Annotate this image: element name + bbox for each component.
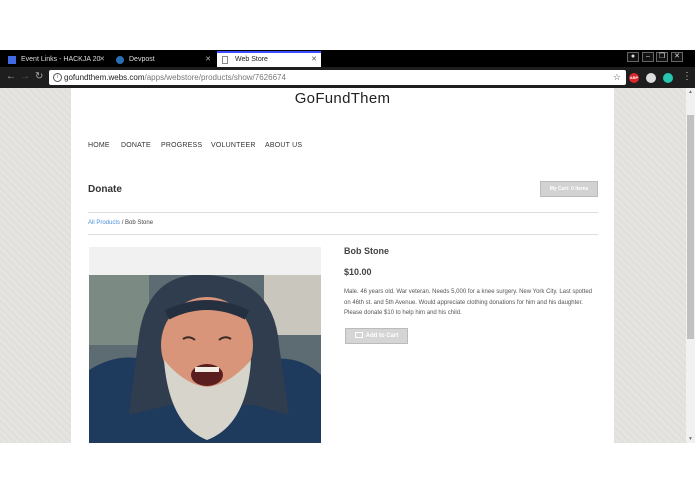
add-to-cart-label: Add to Cart bbox=[365, 333, 399, 339]
tab-title: Devpost bbox=[129, 56, 155, 63]
info-icon[interactable]: i bbox=[53, 73, 62, 82]
product-price: $10.00 bbox=[344, 267, 372, 277]
breadcrumb-current: Bob Stone bbox=[125, 220, 154, 226]
product-photo[interactable] bbox=[89, 275, 321, 443]
adblock-icon[interactable]: ABP bbox=[629, 73, 639, 83]
product-name: Bob Stone bbox=[344, 246, 389, 256]
tab-devpost[interactable]: Devpost ✕ bbox=[111, 53, 215, 67]
scroll-down-icon[interactable]: ▼ bbox=[688, 436, 693, 442]
browser-screen: Event Links - HACKJA 20 ✕ Devpost ✕ Web … bbox=[0, 50, 695, 443]
content-container: GoFundThem HOME DONATE PROGRESS VOLUNTEE… bbox=[71, 88, 614, 443]
close-icon[interactable]: ✕ bbox=[311, 53, 317, 67]
page-title: Donate bbox=[88, 184, 122, 195]
minimize-icon[interactable]: – bbox=[642, 52, 654, 62]
forward-icon[interactable]: → bbox=[20, 71, 30, 83]
devpost-icon bbox=[116, 56, 124, 64]
close-icon[interactable]: ✕ bbox=[205, 53, 211, 67]
site-title[interactable]: GoFundThem bbox=[71, 90, 614, 107]
back-icon[interactable]: ← bbox=[6, 71, 16, 83]
divider bbox=[88, 234, 598, 235]
cart-icon bbox=[354, 332, 363, 339]
tab-title: Web Store bbox=[235, 56, 268, 63]
drive-icon[interactable] bbox=[646, 73, 656, 83]
product-image-frame bbox=[89, 247, 321, 443]
browser-toolbar: ← → ↻ i gofundthem.webs.com/apps/webstor… bbox=[0, 67, 695, 88]
tab-event-links[interactable]: Event Links - HACKJA 20 ✕ bbox=[3, 53, 109, 67]
nav-volunteer[interactable]: VOLUNTEER bbox=[211, 142, 256, 149]
calendar-icon bbox=[8, 56, 16, 64]
address-path: /apps/webstore/products/show/7626674 bbox=[144, 73, 286, 82]
tab-title: Event Links - HACKJA 20 bbox=[21, 56, 101, 63]
cart-button[interactable]: My Cart: 0 items bbox=[540, 181, 598, 197]
profile-icon[interactable]: ● bbox=[627, 52, 639, 62]
scrollbar-thumb[interactable] bbox=[687, 115, 694, 339]
divider bbox=[88, 212, 598, 213]
add-to-cart-button[interactable]: Add to Cart bbox=[345, 328, 408, 344]
tab-web-store[interactable]: Web Store ✕ bbox=[217, 51, 321, 67]
tab-strip: Event Links - HACKJA 20 ✕ Devpost ✕ Web … bbox=[0, 50, 695, 67]
breadcrumb-separator: / bbox=[121, 220, 124, 226]
bookmark-star-icon[interactable]: ☆ bbox=[613, 70, 621, 85]
address-domain: gofundthem.webs.com bbox=[64, 73, 145, 82]
nav-donate[interactable]: DONATE bbox=[121, 142, 151, 149]
close-window-icon[interactable]: ✕ bbox=[671, 52, 683, 62]
page-scrollbar[interactable]: ▲ ▼ bbox=[686, 88, 695, 443]
nav-about-us[interactable]: ABOUT US bbox=[265, 142, 302, 149]
breadcrumb-all-products[interactable]: All Products bbox=[88, 220, 120, 226]
breadcrumb: All Products / Bob Stone bbox=[88, 220, 153, 226]
reload-icon[interactable]: ↻ bbox=[35, 71, 43, 83]
restore-icon[interactable]: ❐ bbox=[656, 52, 668, 62]
nav-progress[interactable]: PROGRESS bbox=[161, 142, 202, 149]
page-icon bbox=[222, 56, 228, 64]
menu-icon[interactable]: ⋮ bbox=[682, 70, 692, 84]
product-description: Male. 46 years old. War veteran. Needs 5… bbox=[344, 289, 593, 316]
circle-extension-icon[interactable] bbox=[663, 73, 673, 83]
scroll-up-icon[interactable]: ▲ bbox=[688, 89, 693, 95]
nav-home[interactable]: HOME bbox=[88, 142, 110, 149]
address-bar[interactable]: i gofundthem.webs.com/apps/webstore/prod… bbox=[49, 70, 626, 85]
close-icon[interactable]: ✕ bbox=[99, 53, 105, 67]
web-page: GoFundThem HOME DONATE PROGRESS VOLUNTEE… bbox=[0, 88, 686, 443]
